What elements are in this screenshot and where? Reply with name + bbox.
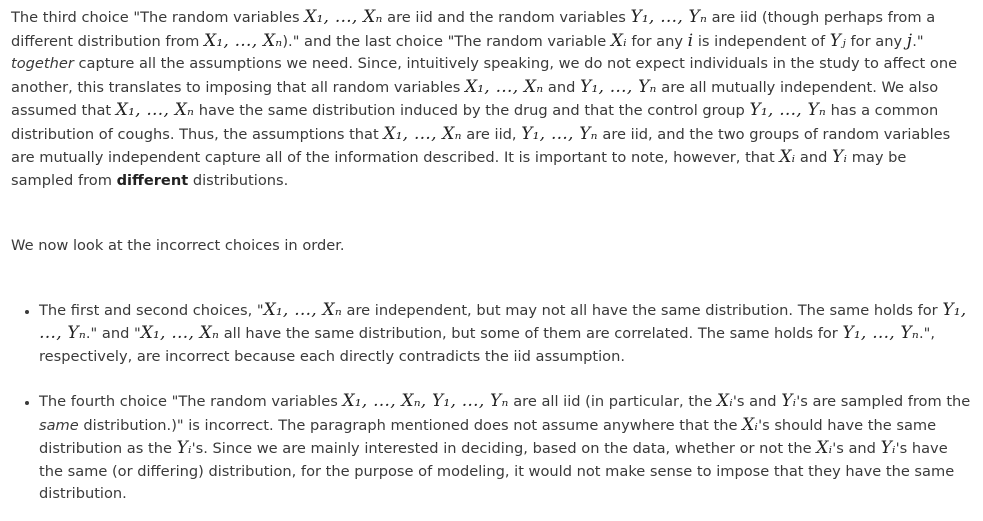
list-item-first-second-choices: The first and second choices, "X₁, …, Xₙ… [39,299,973,369]
solution-explanation: The third choice "The random variables X… [11,5,973,506]
text: 's and [732,393,782,410]
text: distributions. [188,171,289,189]
text: are iid, [461,125,522,143]
text: all have the same distribution, but some… [219,325,843,342]
text: The first and second choices, " [39,301,264,319]
math-y-i: Yᵢ [832,147,848,167]
math-xy-sequence: X₁, …, Xₙ, Y₁, …, Yₙ [342,391,509,411]
math-y-sequence: Y₁, …, Yₙ [749,100,827,120]
text: are all iid (in particular, the [508,393,717,410]
list-item-fourth-choice: The fourth choice "The random variables … [39,390,973,506]
math-x-i: Xᵢ [610,30,627,51]
text: and [795,149,833,166]
text: are iid and the random variables [382,9,631,26]
math-x-i: Xᵢ [779,147,796,167]
intro-paragraph: The third choice "The random variables X… [11,6,973,192]
math-x-sequence: X₁, …, Xₙ [263,299,342,320]
text: )." and the last choice "The random vari… [282,32,611,50]
emphasis-same: same [39,416,79,434]
math-x-i: Xᵢ [742,414,759,435]
text: are independent, but may not all have th… [341,301,943,319]
math-x-i: Xᵢ [716,391,733,411]
text: The fourth choice "The random variables [39,393,343,410]
text: ." and " [85,325,141,342]
text: and [543,78,581,96]
text: is independent of [693,32,830,50]
math-x-sequence: X₁, …, Xₙ [140,323,220,343]
math-y-i: Yᵢ [781,391,797,411]
transition-paragraph: We now look at the incorrect choices in … [11,237,345,254]
math-y-sequence: Y₁, …, Yₙ [521,123,598,144]
math-y-i: Yᵢ [176,438,192,458]
math-y-i: Yᵢ [880,438,896,458]
text: 's. Since we are mainly interested in de… [191,440,817,457]
text: have the same distribution induced by th… [194,102,750,119]
text: ." [912,32,924,50]
math-x-i: Xᵢ [816,438,833,458]
math-y-sequence: Y₁, …, Yₙ [630,7,708,27]
math-x-sequence: X₁, …, Xₙ [383,123,462,144]
math-y-sequence: Y₁, …, Yₙ [580,76,657,97]
text: distribution.)" is incorrect. The paragr… [78,416,743,434]
math-y-sequence: Y₁, …, Yₙ [842,323,920,343]
emphasis-together: together [11,55,74,72]
text: for any [626,32,688,50]
math-x-sequence: X₁, …, Xₙ [304,7,383,27]
text: 's are sampled from the [796,393,971,410]
math-x-sequence: X₁, …, Xₙ [115,100,195,120]
incorrect-choices-list: The first and second choices, "X₁, …, Xₙ… [11,299,973,506]
math-y-j: Yⱼ [829,30,846,51]
text: The third choice "The random variables [11,9,305,26]
math-x-sequence: X₁, …, Xₙ [204,30,283,51]
text: 's and [832,440,881,457]
bold-different: different [116,171,189,189]
text: for any [845,32,907,50]
math-x-sequence: X₁, …, Xₙ [464,76,544,97]
